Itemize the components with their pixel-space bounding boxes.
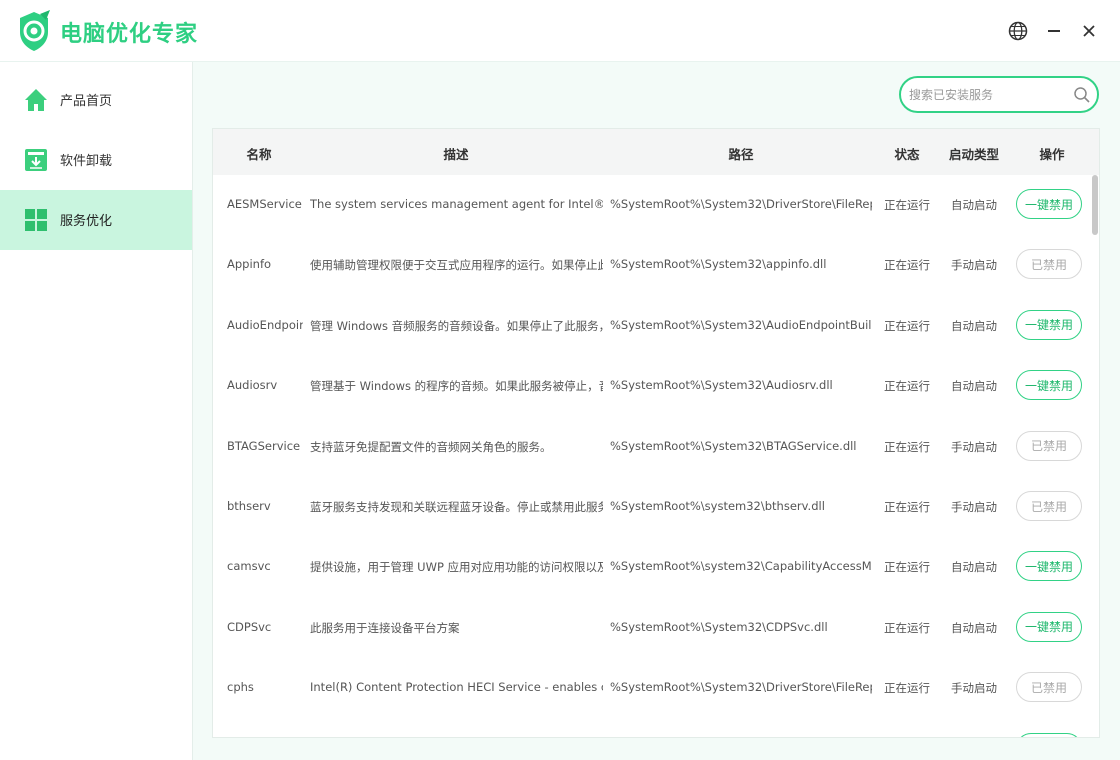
minimize-button[interactable]: [1042, 19, 1066, 43]
service-start-type: 自动启动: [951, 379, 997, 394]
close-icon: [1083, 25, 1095, 37]
service-path: %SystemRoot%\system32\CapabilityAccessMa…: [610, 559, 872, 574]
table-row[interactable]: AudioEndpointBuilder 管理 Windows 音频服务的音频设备…: [213, 296, 1089, 356]
disabled-badge-button[interactable]: 已禁用: [1016, 430, 1082, 461]
service-desc: 蓝牙服务支持发现和关联远程蓝牙设备。停止或禁用此服务可能会: [310, 500, 603, 514]
globe-icon: [1008, 21, 1028, 41]
disable-service-button[interactable]: 一键禁用: [1016, 611, 1082, 642]
service-desc: 使用辅助管理权限便于交互式应用程序的运行。如果停止此服务，: [310, 258, 603, 273]
service-path: %SystemRoot%\System32\BTAGService.dll: [610, 438, 857, 453]
service-path: %SystemRoot%\System32\CDPSvc.dll: [610, 619, 828, 634]
service-start-type: 自动启动: [951, 620, 997, 635]
service-path: %SystemRoot%\System32\AudioEndpointBuild…: [610, 317, 872, 332]
services-table: 名称 描述 路径 状态 启动类型 操作 AESMService The syste…: [212, 128, 1100, 738]
service-status: 正在运行: [884, 318, 930, 333]
service-desc: Intel(R) Content Protection HECI Service…: [310, 680, 603, 695]
table-body: AESMService The system services managemen…: [213, 175, 1089, 737]
service-desc: 管理基于 Windows 的程序的音频。如果此服务被停止，音频设备: [310, 379, 603, 394]
title-bar: 电脑优化专家: [0, 0, 1120, 62]
table-row[interactable]: BTAGService 支持蓝牙免提配置文件的音频网关角色的服务。 %SystemR…: [213, 417, 1089, 477]
disable-service-button[interactable]: 一键禁用: [1016, 370, 1082, 401]
disabled-badge-button[interactable]: 已禁用: [1016, 672, 1082, 703]
service-name: cphs: [227, 680, 254, 695]
home-icon: [25, 89, 47, 111]
service-name: BTAGService: [227, 438, 301, 453]
service-name: Appinfo: [227, 257, 272, 272]
service-path: %SystemRoot%\system32\bthserv.dll: [610, 499, 825, 513]
service-status: 正在运行: [884, 439, 930, 454]
service-name: CDPSvc: [227, 619, 272, 634]
table-row[interactable]: Audiosrv 管理基于 Windows 的程序的音频。如果此服务被停止，音频设…: [213, 356, 1089, 416]
service-name: AudioEndpointBuilder: [227, 317, 303, 332]
table-row[interactable]: AESMService The system services managemen…: [213, 175, 1089, 235]
scrollbar[interactable]: [1092, 175, 1099, 737]
minimize-icon: [1048, 30, 1060, 32]
header-desc: 描述: [443, 147, 469, 162]
service-path: %SystemRoot%\System32\DriverStore\FileRe…: [610, 680, 872, 695]
service-desc: 管理 Windows 音频服务的音频设备。如果停止了此服务，音频设备: [310, 318, 603, 333]
service-status: 正在运行: [884, 681, 930, 696]
header-path: 路径: [728, 147, 754, 162]
search-input[interactable]: [909, 85, 1069, 105]
service-path: %SystemRoot%\System32\Audiosrv.dll: [610, 378, 833, 393]
service-status: 正在运行: [884, 620, 930, 635]
search-icon[interactable]: [1073, 86, 1091, 104]
service-status: 正在运行: [884, 258, 930, 273]
service-status: 正在运行: [884, 198, 930, 212]
service-desc: 支持蓝牙免提配置文件的音频网关角色的服务。: [310, 439, 552, 454]
header-type: 启动类型: [948, 147, 999, 162]
language-button[interactable]: [1006, 19, 1030, 43]
service-status: 正在运行: [884, 379, 930, 394]
sidebar-item-label: 软件卸载: [60, 154, 113, 169]
disable-service-button[interactable]: [1016, 732, 1082, 737]
header-op: 操作: [1039, 147, 1065, 162]
disabled-badge-button[interactable]: 已禁用: [1016, 491, 1082, 521]
service-start-type: 手动启动: [951, 258, 997, 273]
table-row[interactable]: [213, 719, 1089, 737]
service-name: AESMService: [227, 197, 302, 211]
service-name: Audiosrv: [227, 378, 278, 393]
service-path: %SystemRoot%\System32\DriverStore\FileRe…: [610, 197, 872, 211]
sidebar-item-label: 服务优化: [60, 214, 113, 229]
table-row[interactable]: cphs Intel(R) Content Protection HECI Ser…: [213, 658, 1089, 718]
table-row[interactable]: bthserv 蓝牙服务支持发现和关联远程蓝牙设备。停止或禁用此服务可能会 %Sys…: [213, 477, 1089, 537]
app-logo-icon: [20, 10, 50, 51]
app-title: 电脑优化专家: [60, 22, 199, 47]
table-header: 名称 描述 路径 状态 启动类型 操作: [213, 129, 1099, 175]
disable-service-button[interactable]: 一键禁用: [1016, 309, 1082, 340]
grid-icon: [25, 209, 47, 231]
service-start-type: 自动启动: [951, 560, 997, 575]
table-row[interactable]: camsvc 提供设施，用于管理 UWP 应用对应用功能的访问权限以及检查应 %Sy…: [213, 537, 1089, 597]
service-start-type: 自动启动: [951, 198, 997, 212]
disable-service-button[interactable]: 一键禁用: [1016, 189, 1082, 219]
service-name: bthserv: [227, 499, 271, 513]
sidebar-item-label: 产品首页: [60, 94, 113, 109]
service-status: 正在运行: [884, 500, 930, 514]
service-desc: 提供设施，用于管理 UWP 应用对应用功能的访问权限以及检查应: [310, 560, 603, 575]
service-name: camsvc: [227, 559, 271, 574]
disabled-badge-button[interactable]: 已禁用: [1016, 249, 1082, 280]
sidebar-item-services[interactable]: 服务优化: [0, 190, 192, 250]
service-start-type: 手动启动: [951, 439, 997, 454]
sidebar-item-uninstall[interactable]: 软件卸载: [0, 130, 192, 190]
service-status: 正在运行: [884, 560, 930, 575]
close-button[interactable]: [1077, 19, 1101, 43]
sidebar-item-home[interactable]: 产品首页: [0, 70, 192, 130]
scrollbar-thumb[interactable]: [1092, 175, 1098, 235]
header-name: 名称: [246, 147, 272, 162]
table-row[interactable]: Appinfo 使用辅助管理权限便于交互式应用程序的运行。如果停止此服务， %Sys…: [213, 235, 1089, 295]
disable-service-button[interactable]: 一键禁用: [1016, 551, 1082, 582]
service-start-type: 自动启动: [951, 318, 997, 333]
table-row[interactable]: CDPSvc 此服务用于连接设备平台方案 %SystemRoot%\System32…: [213, 598, 1089, 658]
service-path: %SystemRoot%\System32\appinfo.dll: [610, 257, 827, 272]
uninstall-icon: [25, 149, 47, 171]
sidebar: 产品首页 软件卸载 服务优化: [0, 62, 193, 760]
service-start-type: 手动启动: [951, 500, 997, 514]
service-desc: 此服务用于连接设备平台方案: [310, 620, 460, 635]
search-box[interactable]: [899, 76, 1099, 113]
main-content: 名称 描述 路径 状态 启动类型 操作 AESMService The syste…: [193, 62, 1120, 760]
service-start-type: 手动启动: [951, 681, 997, 696]
header-status: 状态: [894, 147, 920, 162]
service-desc: The system services management agent for…: [310, 197, 603, 211]
